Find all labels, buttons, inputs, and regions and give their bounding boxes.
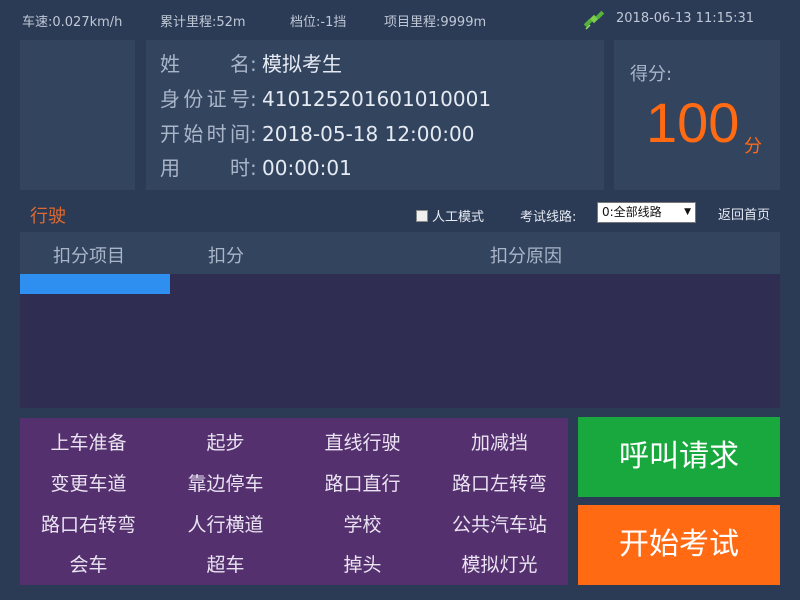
- start-time-row: 开始时间: 2018-05-18 12:00:00: [160, 118, 474, 147]
- chevron-down-icon: ▼: [684, 207, 691, 217]
- project-mileage-readout: 项目里程:9999m: [384, 15, 487, 30]
- speed-readout: 车速:0.027km/h: [22, 15, 123, 30]
- elapsed-row: 用时: 00:00:01: [160, 152, 352, 181]
- item-meeting-vehicle[interactable]: 会车: [20, 550, 157, 577]
- start-time-label: 开始时间: [160, 122, 250, 146]
- item-intersection-straight[interactable]: 路口直行: [294, 469, 431, 496]
- route-label: 考试线路:: [520, 210, 577, 225]
- item-lane-change[interactable]: 变更车道: [20, 469, 157, 496]
- elapsed-colon: :: [250, 156, 257, 180]
- back-home-link[interactable]: 返回首页: [718, 204, 770, 223]
- id-colon: :: [250, 87, 257, 111]
- name-value: 模拟考生: [262, 52, 342, 76]
- manual-mode-toggle[interactable]: 人工模式: [416, 206, 484, 225]
- route-select[interactable]: 0:全部线路 ▼: [597, 202, 696, 223]
- item-simulated-lights[interactable]: 模拟灯光: [431, 550, 568, 577]
- item-crosswalk[interactable]: 人行横道: [157, 510, 294, 537]
- score-panel: 得分: 100 分: [614, 40, 780, 190]
- score-value: 100: [646, 91, 740, 154]
- id-value: 410125201601010001: [262, 87, 492, 111]
- score-label: 得分:: [630, 64, 673, 85]
- item-gear-shift[interactable]: 加减挡: [431, 428, 568, 455]
- column-header-reason: 扣分原因: [490, 246, 562, 267]
- item-intersection-left[interactable]: 路口左转弯: [431, 469, 568, 496]
- candidate-photo: [20, 40, 135, 190]
- item-boarding-prep[interactable]: 上车准备: [20, 428, 157, 455]
- call-request-button[interactable]: 呼叫请求: [578, 417, 780, 497]
- start-exam-button[interactable]: 开始考试: [578, 505, 780, 585]
- item-overtaking[interactable]: 超车: [157, 550, 294, 577]
- deduction-table-header: 扣分项目 扣分 扣分原因: [20, 232, 780, 274]
- satellite-icon: [583, 10, 605, 30]
- manual-mode-label: 人工模式: [432, 210, 485, 225]
- item-school[interactable]: 学校: [294, 510, 431, 537]
- name-row: 姓名: 模拟考生: [160, 48, 342, 77]
- score-unit: 分: [744, 136, 762, 157]
- elapsed-value: 00:00:01: [262, 156, 352, 180]
- start-time-colon: :: [250, 122, 257, 146]
- status-bar: 车速:0.027km/h 累计里程:52m 档位:-1挡 项目里程:9999m …: [0, 0, 800, 38]
- start-time-value: 2018-05-18 12:00:00: [262, 122, 475, 146]
- item-pull-over[interactable]: 靠边停车: [157, 469, 294, 496]
- item-intersection-right[interactable]: 路口右转弯: [20, 510, 157, 537]
- elapsed-label: 用时: [160, 156, 250, 180]
- total-mileage-readout: 累计里程:52m: [160, 15, 246, 30]
- deduction-table-body[interactable]: [20, 274, 780, 408]
- route-selected-value: 0:全部线路: [602, 205, 662, 219]
- column-header-points: 扣分: [208, 246, 244, 267]
- item-u-turn[interactable]: 掉头: [294, 550, 431, 577]
- table-row-selected[interactable]: [20, 274, 170, 294]
- section-title: 行驶: [30, 206, 66, 227]
- name-label: 姓名: [160, 52, 250, 76]
- candidate-info-panel: 姓名: 模拟考生 身份证号: 410125201601010001 开始时间: 201…: [146, 40, 604, 190]
- item-bus-stop[interactable]: 公共汽车站: [431, 510, 568, 537]
- name-colon: :: [250, 52, 257, 76]
- manual-mode-checkbox[interactable]: [416, 209, 428, 222]
- item-start-off[interactable]: 起步: [157, 428, 294, 455]
- column-header-item: 扣分项目: [53, 246, 125, 267]
- id-row: 身份证号: 410125201601010001: [160, 83, 491, 112]
- datetime-readout: 2018-06-13 11:15:31: [616, 11, 755, 26]
- id-label: 身份证号: [160, 87, 250, 111]
- exam-items-panel: 上车准备 起步 直线行驶 加减挡 变更车道 靠边停车 路口直行 路口左转弯 路口…: [20, 418, 568, 585]
- item-straight-driving[interactable]: 直线行驶: [294, 428, 431, 455]
- gear-readout: 档位:-1挡: [290, 15, 347, 30]
